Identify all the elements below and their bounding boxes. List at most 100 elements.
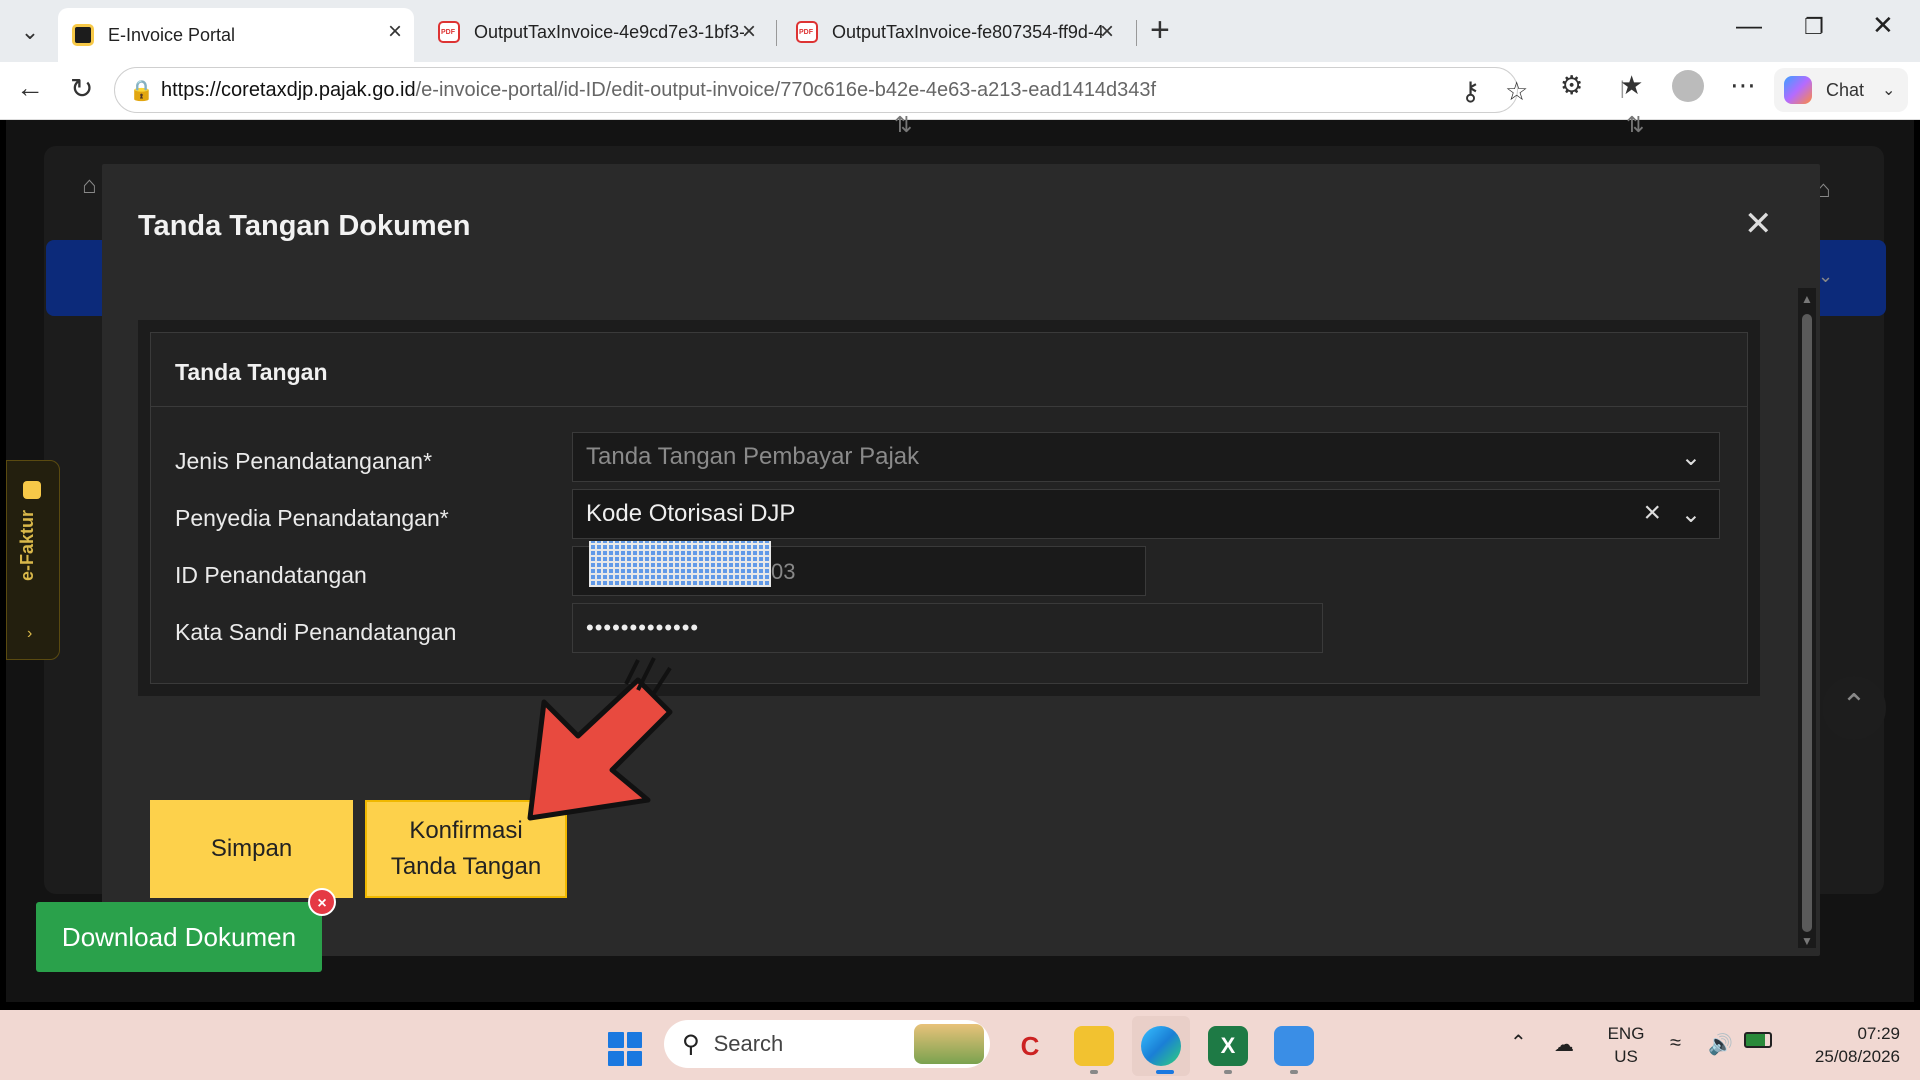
portal-favicon-icon [72, 24, 94, 46]
photos-app-icon[interactable] [1274, 1026, 1314, 1066]
save-button-label: Simpan [210, 835, 293, 862]
clear-icon[interactable]: × [1643, 496, 1661, 530]
running-indicator [1090, 1070, 1098, 1074]
tab-output-tax-invoice-2[interactable]: OutputTaxInvoice-fe807354-ff9d-4 × [782, 8, 1126, 56]
redaction-overlay [589, 541, 771, 587]
efaktur-side-tab[interactable]: e-Faktur › [6, 460, 60, 660]
sort-icon[interactable]: ⇅ [894, 112, 912, 138]
minimize-button[interactable]: — [1736, 10, 1762, 41]
start-windows-icon[interactable] [608, 1032, 642, 1066]
address-bar[interactable]: 🔒 https://coretaxdjp.pajak.go.id/e-invoi… [114, 67, 1528, 113]
chevron-down-icon: ⌄ [20, 19, 40, 44]
chevron-down-icon: ⌄ [1882, 82, 1896, 99]
download-document-button[interactable]: Download Dokumen [36, 902, 322, 972]
tab-e-invoice-portal[interactable]: E-Invoice Portal × [58, 8, 414, 62]
excel-icon[interactable]: X [1208, 1026, 1248, 1066]
close-icon: ✕ [1744, 205, 1773, 243]
scroll-up-arrow-icon[interactable]: ▲ [1801, 292, 1813, 306]
tab-title: E-Invoice Portal [108, 24, 236, 45]
signer-type-value: Tanda Tangan Pembayar Pajak [586, 443, 920, 470]
restore-button[interactable]: ❐ [1804, 14, 1824, 40]
efaktur-icon [23, 481, 41, 499]
favorites-icon[interactable]: ★ [1620, 70, 1643, 101]
edge-browser-icon[interactable] [1141, 1026, 1181, 1066]
clock-time: 07:29 [1857, 1024, 1900, 1043]
reload-icon: ↻ [70, 73, 94, 104]
battery-icon[interactable] [1744, 1032, 1772, 1048]
modal-title: Tanda Tangan Dokumen [138, 210, 471, 242]
chevron-down-icon[interactable]: ⌄ [1818, 266, 1833, 287]
save-button[interactable]: Simpan [150, 800, 353, 898]
modal-scrollbar-thumb[interactable] [1802, 314, 1812, 932]
profile-avatar[interactable] [1672, 70, 1704, 102]
back-button[interactable]: ← [16, 72, 44, 104]
search-placeholder: Search [713, 1031, 784, 1056]
signer-id-visible-tail: 03 [771, 559, 796, 584]
search-icon: ⚲ [682, 1030, 700, 1058]
browser-tab-bar: ⌄ E-Invoice Portal × OutputTaxInvoice-4e… [0, 0, 1920, 62]
side-tab-label: e-Faktur [17, 509, 37, 581]
clock-date: 25/08/2026 [1814, 1047, 1900, 1066]
running-indicator [1156, 1070, 1174, 1074]
chevron-down-icon: ⌄ [1680, 444, 1701, 471]
chat-label: Chat [1826, 79, 1865, 100]
tab-title: OutputTaxInvoice-4e9cd7e3-1bf3- [474, 21, 744, 42]
favorite-star-icon[interactable]: ☆ [1505, 76, 1528, 107]
onedrive-cloud-icon[interactable]: ☁ [1554, 1032, 1574, 1057]
signer-password-label: Kata Sandi Penandatangan [175, 619, 457, 645]
extensions-icon[interactable]: ⚙ [1560, 70, 1583, 101]
tab-output-tax-invoice-1[interactable]: OutputTaxInvoice-4e9cd7e3-1bf3- × [424, 8, 768, 56]
tab-actions-menu-button[interactable]: ⌄ [10, 12, 50, 52]
close-icon[interactable]: × [308, 888, 336, 916]
confirm-label-line1: Konfirmasi [409, 817, 523, 844]
modal-close-button[interactable]: ✕ [1744, 204, 1773, 244]
section-title: Tanda Tangan [175, 359, 328, 385]
copilot-chat-button[interactable]: Chat ⌄ [1774, 68, 1908, 112]
download-label: Download Dokumen [61, 922, 297, 952]
signer-password-input[interactable]: ••••••••••••• [572, 603, 1323, 653]
reload-button[interactable]: ↻ [70, 72, 93, 105]
url-path: /e-invoice-portal/id-ID/edit-output-invo… [415, 78, 1157, 101]
chevron-down-icon: ⌄ [1680, 501, 1701, 528]
signer-id-input[interactable]: 03 [572, 541, 1146, 596]
copilot-icon [1784, 76, 1812, 104]
windows-taskbar: ⚲ Search C X ⌃ ☁ ENG US ≈ 🔊 07:29 25/08/… [0, 1010, 1920, 1080]
sort-icon[interactable]: ⇅ [1626, 112, 1644, 138]
wifi-icon[interactable]: ≈ [1670, 1032, 1681, 1055]
signer-provider-select[interactable]: Kode Otorisasi DJP × ⌄ [572, 489, 1720, 539]
lock-icon: 🔒 [129, 80, 154, 102]
volume-icon[interactable]: 🔊 [1708, 1032, 1733, 1057]
language-indicator[interactable]: ENG US [1600, 1022, 1652, 1068]
file-explorer-icon[interactable] [1074, 1026, 1114, 1066]
url-host: https://coretaxdjp.pajak.go.id [161, 78, 416, 101]
more-options-icon[interactable]: ⋯ [1730, 70, 1756, 101]
close-icon[interactable]: × [1100, 18, 1114, 46]
close-icon[interactable]: × [388, 18, 402, 46]
signer-type-label: Jenis Penandatanganan* [175, 448, 433, 474]
show-hidden-icons-chevron[interactable]: ⌃ [1510, 1030, 1527, 1055]
tab-separator [776, 20, 777, 46]
arrow-left-icon: ← [16, 72, 44, 103]
pdf-icon [438, 21, 460, 43]
plus-icon: + [1150, 11, 1170, 49]
signer-provider-label: Penyedia Penandatangan* [175, 505, 449, 531]
language-line2: US [1614, 1047, 1638, 1066]
key-icon[interactable]: ⚷ [1461, 76, 1480, 107]
coretax-app-icon[interactable]: C [1010, 1026, 1050, 1066]
new-tab-button[interactable]: + [1150, 12, 1170, 48]
search-highlight-image [914, 1024, 984, 1064]
window-close-button[interactable]: ✕ [1872, 10, 1894, 41]
home-icon[interactable]: ⌂ [82, 172, 97, 200]
language-line1: ENG [1607, 1024, 1645, 1043]
scroll-down-arrow-icon[interactable]: ▼ [1801, 934, 1813, 948]
clock[interactable]: 07:29 25/08/2026 [1790, 1022, 1900, 1068]
close-icon[interactable]: × [742, 18, 756, 46]
signer-type-select[interactable]: Tanda Tangan Pembayar Pajak ⌄ [572, 432, 1720, 482]
password-value: ••••••••••••• [586, 615, 700, 640]
scroll-to-top-button[interactable]: ⌃ [1822, 676, 1886, 740]
card-header: Tanda Tangan [151, 333, 1747, 407]
tab-title: OutputTaxInvoice-fe807354-ff9d-4 [832, 21, 1102, 42]
running-indicator [1290, 1070, 1298, 1074]
pdf-icon [796, 21, 818, 43]
taskbar-search-box[interactable]: ⚲ Search [664, 1020, 990, 1068]
